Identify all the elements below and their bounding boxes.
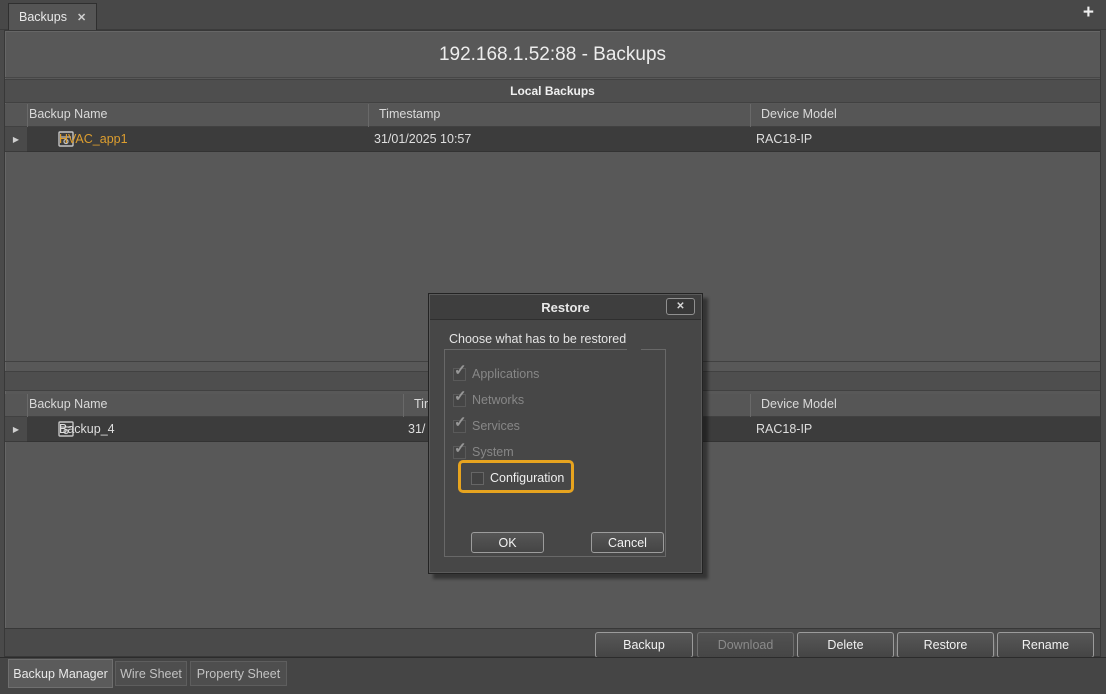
option-label: Services <box>472 419 520 433</box>
column-divider <box>368 104 369 127</box>
device-model-cell: RAC18-IP <box>756 422 812 436</box>
backup-name-cell: HVAC_app1 <box>59 132 128 146</box>
option-configuration[interactable]: Configuration <box>445 466 665 492</box>
ok-button[interactable]: OK <box>471 532 544 553</box>
restore-dialog-title: Restore <box>430 295 701 320</box>
column-divider <box>750 104 751 127</box>
restore-options-group: ✓ Applications ✓ Networks ✓ Services ✓ S… <box>444 349 666 557</box>
restore-dialog-prompt: Choose what has to be restored <box>449 332 626 346</box>
groupbox-border-gap <box>627 349 641 350</box>
tab-backups-label: Backups <box>19 10 67 24</box>
cancel-button[interactable]: Cancel <box>591 532 664 553</box>
col-device-model[interactable]: Device Model <box>761 107 837 121</box>
option-applications: ✓ Applications <box>445 362 665 388</box>
tab-close-icon[interactable]: ✕ <box>77 11 86 24</box>
row-expander-icon[interactable]: ▶ <box>13 135 19 144</box>
col-timestamp[interactable]: Timestamp <box>379 107 440 121</box>
column-divider <box>750 394 751 417</box>
device-model-cell: RAC18-IP <box>756 132 812 146</box>
row-selector-cell[interactable]: ▶ <box>5 127 27 152</box>
tab-property-sheet[interactable]: Property Sheet <box>190 661 287 686</box>
checkmark-icon: ✓ <box>454 413 467 431</box>
row-expander-icon[interactable]: ▶ <box>13 425 19 434</box>
timestamp-cell: 31/01/2025 10:57 <box>374 132 471 146</box>
restore-dialog: Restore ✕ Choose what has to be restored… <box>428 293 703 574</box>
checkmark-icon: ✓ <box>454 361 467 379</box>
checkmark-icon: ✓ <box>454 387 467 405</box>
option-label: Configuration <box>490 471 564 485</box>
timestamp-cell: 31/ <box>408 422 425 436</box>
local-backups-table-header: Backup Name Timestamp Device Model <box>5 104 1100 127</box>
col-backup-name[interactable]: Backup Name <box>29 397 108 411</box>
tab-backups[interactable]: Backups ✕ <box>8 3 97 30</box>
col-backup-name[interactable]: Backup Name <box>29 107 108 121</box>
option-label: Networks <box>472 393 524 407</box>
table-row-hvac-app1[interactable]: HVAC_app1 31/01/2025 10:57 RAC18-IP <box>27 127 1100 152</box>
add-tab-icon[interactable]: + <box>1083 2 1094 24</box>
bottom-tab-bar: Backup Manager Wire Sheet Property Sheet <box>0 657 1106 694</box>
download-button[interactable]: Download <box>697 632 794 658</box>
col-device-model[interactable]: Device Model <box>761 397 837 411</box>
action-button-bar: Backup Download Delete Restore Rename <box>5 628 1100 656</box>
tab-wire-sheet[interactable]: Wire Sheet <box>115 661 187 686</box>
backup-button[interactable]: Backup <box>595 632 693 658</box>
page-title: 192.168.1.52:88 - Backups <box>5 31 1100 78</box>
backup-manager-window: Backups ✕ + 192.168.1.52:88 - Backups Lo… <box>0 0 1106 694</box>
column-divider <box>403 394 404 417</box>
top-tab-bar: Backups ✕ + <box>0 0 1106 30</box>
option-system: ✓ System <box>445 440 665 466</box>
rename-button[interactable]: Rename <box>997 632 1094 658</box>
backup-name-cell: Backup_4 <box>59 422 115 436</box>
option-label: System <box>472 445 514 459</box>
checkmark-icon: ✓ <box>454 439 467 457</box>
delete-button[interactable]: Delete <box>797 632 894 658</box>
option-networks: ✓ Networks <box>445 388 665 414</box>
option-label: Applications <box>472 367 539 381</box>
row-selector-cell[interactable]: ▶ <box>5 417 27 442</box>
dialog-close-icon[interactable]: ✕ <box>666 298 695 315</box>
checkbox-configuration[interactable] <box>471 472 484 485</box>
tab-backup-manager[interactable]: Backup Manager <box>8 659 113 688</box>
local-backups-section-header: Local Backups <box>5 79 1100 103</box>
restore-button[interactable]: Restore <box>897 632 994 658</box>
option-services: ✓ Services <box>445 414 665 440</box>
